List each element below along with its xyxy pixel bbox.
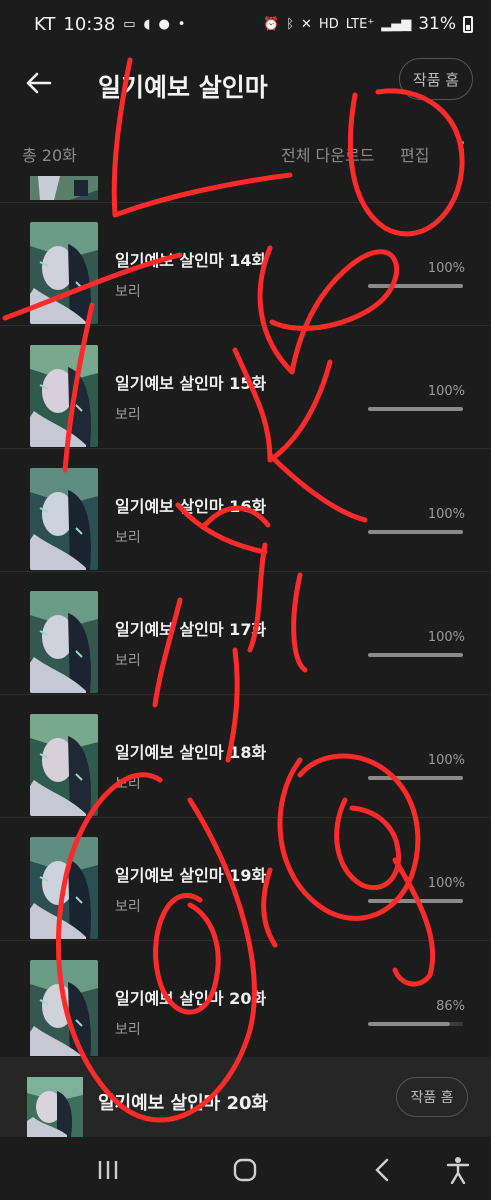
accessibility-icon[interactable] (438, 1153, 478, 1187)
episode-author: 보리 (115, 1022, 141, 1038)
mini-series-home-button[interactable]: 작품 홈 (396, 1077, 468, 1117)
episode-title: 일기예보 살인마 16화 (115, 497, 267, 516)
episode-count: 총 20화 (22, 146, 77, 165)
episode-row[interactable]: 일기예보 살인마 19화보리 100% (0, 817, 491, 940)
current-episode-title: 일기예보 살인마 20화 (98, 1093, 269, 1114)
back-icon[interactable] (362, 1153, 402, 1187)
battery-label: 31% (418, 14, 456, 34)
progress-percent: 100% (427, 753, 465, 768)
episode-thumbnail (30, 176, 98, 200)
episode-author: 보리 (115, 530, 141, 546)
progress-bar-fill (368, 653, 463, 657)
progress-bar-fill (368, 1022, 450, 1026)
episode-thumbnail (30, 591, 98, 693)
episode-author: 보리 (115, 653, 141, 669)
progress-bar (368, 284, 463, 288)
clock: 10:38 (63, 14, 116, 35)
episode-thumbnail (30, 960, 98, 1056)
progress-percent: 86% (436, 999, 465, 1014)
carrier-label: KT (34, 14, 56, 35)
episode-title: 일기예보 살인마 15화 (115, 374, 267, 393)
episode-row[interactable]: 일기예보 살인마 16화보리 100% (0, 448, 491, 571)
episode-row[interactable]: 일기예보 살인마 14화보리 100% (0, 202, 491, 325)
episode-thumbnail (30, 714, 98, 816)
episode-title: 일기예보 살인마 17화 (115, 620, 267, 639)
episode-title: 일기예보 살인마 19화 (115, 866, 267, 885)
progress-bar-fill (368, 776, 463, 780)
progress-bar-fill (368, 407, 463, 411)
progress-bar-fill (368, 899, 463, 903)
current-episode-bar[interactable]: 일기예보 살인마 20화 작품 홈 (0, 1057, 491, 1137)
progress-bar (368, 653, 463, 657)
battery-icon (463, 15, 473, 33)
episode-title: 일기예보 살인마 20화 (115, 989, 267, 1008)
notification-icon: ◖ (143, 17, 151, 32)
episode-author: 보리 (115, 407, 141, 423)
episode-list[interactable]: 일기예보 살인마 14화 보리 100% 일기예보 살인마 15화 보리 100% 일기예보… (0, 176, 491, 1056)
edit-button[interactable]: 편집 (400, 142, 429, 166)
notification-icon: ▭ (123, 17, 136, 32)
episode-row[interactable]: 일기예보 살인마 18화보리 100% (0, 694, 491, 817)
status-left: KT 10:38 ▭ ◖ ● • (34, 14, 185, 35)
signal-icon: ▂▄▆ (381, 16, 412, 32)
episode-title: 일기예보 살인마 14화 (115, 251, 267, 270)
series-home-button[interactable]: 작품 홈 (399, 58, 473, 100)
talk-icon: ● (158, 17, 170, 32)
home-icon[interactable] (225, 1153, 265, 1187)
back-arrow-icon[interactable] (22, 66, 56, 100)
episode-author: 보리 (115, 899, 141, 915)
progress-percent: 100% (427, 507, 465, 522)
episode-row[interactable]: 일기예보 살인마 17화보리 100% (0, 571, 491, 694)
progress-percent: 100% (427, 630, 465, 645)
mute-icon: ✕ (301, 16, 312, 32)
network-label: LTE⁺ (345, 16, 375, 32)
status-right: ⏰ ᛒ ✕ HD LTE⁺ ▂▄▆ 31% (263, 14, 473, 34)
app-bar: 일기예보 살인마 작품 홈 (0, 52, 491, 114)
progress-bar-fill (368, 284, 463, 288)
download-all-button[interactable]: 전체 다운로드 (281, 142, 374, 166)
episode-row[interactable]: 일기예보 살인마 15화보리 100% (0, 325, 491, 448)
progress-bar (368, 1022, 463, 1026)
progress-bar (368, 407, 463, 411)
progress-bar (368, 530, 463, 534)
list-toolbar: 총 20화 전체 다운로드 편집 ⋮ (0, 130, 491, 174)
episode-author: 보리 (115, 776, 141, 792)
episode-thumbnail (30, 222, 98, 324)
progress-percent: 100% (427, 384, 465, 399)
current-episode-thumbnail (27, 1077, 83, 1137)
episode-thumbnail (30, 837, 98, 939)
episode-author: 보리 (115, 284, 141, 300)
more-options-icon[interactable]: ⋮ (452, 138, 474, 164)
progress-bar (368, 899, 463, 903)
progress-bar (368, 776, 463, 780)
episode-title: 일기예보 살인마 18화 (115, 743, 267, 762)
progress-percent: 100% (427, 876, 465, 891)
hd-icon: HD (318, 16, 339, 32)
episode-thumbnail (30, 345, 98, 447)
alarm-icon: ⏰ (263, 16, 280, 32)
dot-icon: • (177, 17, 186, 32)
progress-percent: 100% (427, 261, 465, 276)
recent-apps-icon[interactable] (88, 1153, 128, 1187)
episode-thumbnail (30, 468, 98, 570)
page-title: 일기예보 살인마 (98, 73, 268, 102)
episode-row[interactable]: 일기예보 살인마 20화보리 86% (0, 940, 491, 1056)
progress-bar-fill (368, 530, 463, 534)
system-nav-bar (0, 1137, 491, 1200)
status-bar: KT 10:38 ▭ ◖ ● • ⏰ ᛒ ✕ HD LTE⁺ ▂▄▆ 31% (0, 0, 491, 52)
bluetooth-icon: ᛒ (286, 16, 295, 32)
